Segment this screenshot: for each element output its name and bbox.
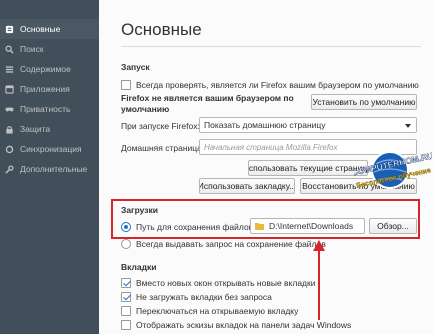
tabs-option-checkbox[interactable] bbox=[121, 278, 131, 288]
startup-heading: Запуск bbox=[121, 62, 150, 72]
privacy-mask-icon bbox=[5, 105, 14, 114]
content-icon bbox=[5, 65, 14, 74]
sidebar-item-general[interactable]: Основные bbox=[0, 19, 99, 39]
sidebar-item-privacy[interactable]: Приватность bbox=[0, 99, 99, 119]
sidebar-item-label: Содержимое bbox=[20, 64, 71, 74]
on-start-label: При запуске Firefox: bbox=[121, 121, 200, 131]
tabs-option-checkbox[interactable] bbox=[121, 306, 131, 316]
default-browser-checkbox[interactable] bbox=[121, 80, 131, 90]
sidebar-item-label: Основные bbox=[20, 24, 61, 34]
sidebar-item-label: Дополнительные bbox=[20, 164, 88, 174]
use-current-pages-button[interactable]: Использовать текущие страницы bbox=[248, 160, 368, 176]
not-default-message-line1: Firefox не является вашим браузером по bbox=[121, 93, 294, 103]
tabs-option-label: Переключаться на открываемую вкладку bbox=[136, 306, 299, 316]
general-icon bbox=[5, 25, 14, 34]
downloads-highlight-box bbox=[111, 199, 420, 239]
set-default-button[interactable]: Установить по умолчанию bbox=[311, 94, 417, 110]
on-start-select[interactable]: Показать домашнюю страницу bbox=[199, 117, 417, 133]
tabs-option-label: Отображать эскизы вкладок на панели зада… bbox=[136, 320, 352, 330]
sidebar-item-label: Защита bbox=[20, 124, 51, 134]
sidebar-item-applications[interactable]: Приложения bbox=[0, 79, 99, 99]
chevron-down-icon bbox=[405, 124, 411, 128]
homepage-label: Домашняя страница: bbox=[121, 143, 205, 153]
sidebar-item-security[interactable]: Защита bbox=[0, 119, 99, 139]
not-default-message-line2: умолчанию bbox=[121, 104, 170, 114]
sync-icon bbox=[5, 145, 14, 154]
arrow-shaft bbox=[318, 250, 320, 320]
use-bookmark-button[interactable]: Использовать закладку... bbox=[199, 178, 295, 194]
sidebar-item-sync[interactable]: Синхронизация bbox=[0, 139, 99, 159]
sidebar-item-search[interactable]: Поиск bbox=[0, 39, 99, 59]
sidebar-item-label: Синхронизация bbox=[20, 144, 82, 154]
watermark-logo: COMPUTERHOM.RU Бесплатное обучение bbox=[350, 148, 434, 198]
sidebar: Основные Поиск Содержимое Приложения При… bbox=[0, 0, 99, 334]
advanced-icon bbox=[5, 165, 14, 174]
tabs-heading: Вкладки bbox=[121, 262, 157, 272]
always-ask-label: Всегда выдавать запрос на сохранение фай… bbox=[136, 239, 326, 249]
tabs-option-label: Вместо новых окон открывать новые вкладк… bbox=[136, 278, 316, 288]
applications-icon bbox=[5, 84, 14, 94]
sidebar-item-label: Приложения bbox=[20, 84, 70, 94]
security-lock-icon bbox=[5, 125, 14, 134]
always-ask-radio[interactable] bbox=[121, 239, 131, 249]
on-start-value: Показать домашнюю страницу bbox=[204, 120, 326, 130]
sidebar-item-content[interactable]: Содержимое bbox=[0, 59, 99, 79]
sidebar-item-label: Поиск bbox=[20, 44, 44, 54]
tabs-option-label: Не загружать вкладки без запроса bbox=[136, 292, 272, 302]
page-title: Основные bbox=[121, 20, 202, 39]
default-browser-check-label: Всегда проверять, является ли Firefox ва… bbox=[136, 80, 419, 90]
sidebar-item-advanced[interactable]: Дополнительные bbox=[0, 159, 99, 179]
tabs-option-checkbox[interactable] bbox=[121, 320, 131, 330]
title-divider bbox=[121, 46, 421, 47]
tabs-option-checkbox[interactable] bbox=[121, 292, 131, 302]
search-icon bbox=[5, 44, 14, 54]
sidebar-item-label: Приватность bbox=[20, 104, 71, 114]
main-panel: Основные Запуск Всегда проверять, являет… bbox=[99, 0, 434, 334]
